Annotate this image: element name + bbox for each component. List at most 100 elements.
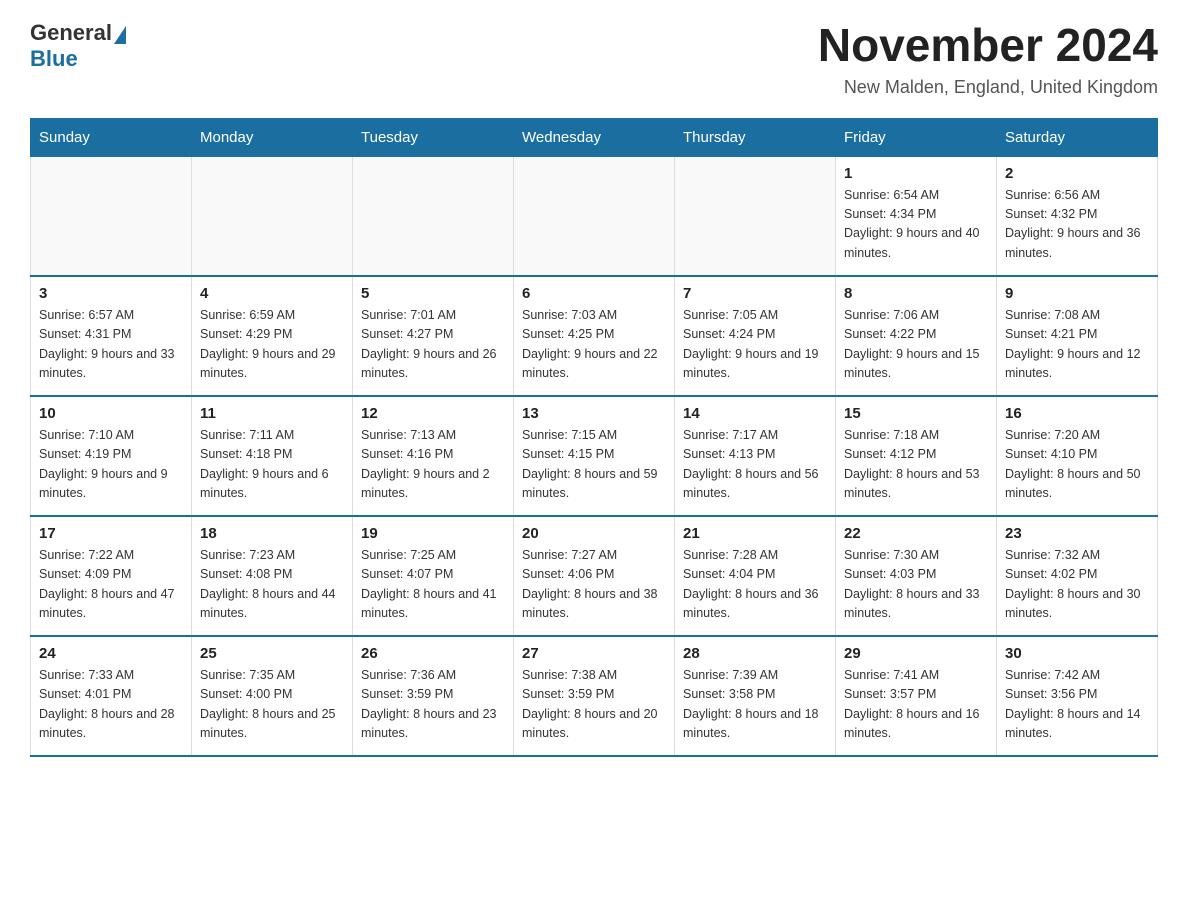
day-number: 14 — [683, 405, 827, 422]
day-number: 28 — [683, 645, 827, 662]
day-number: 16 — [1005, 405, 1149, 422]
day-number: 22 — [844, 525, 988, 542]
logo-blue-text: Blue — [30, 46, 78, 72]
day-info: Sunrise: 7:39 AMSunset: 3:58 PMDaylight:… — [683, 666, 827, 744]
calendar-cell — [675, 156, 836, 276]
week-row-1: 1 Sunrise: 6:54 AMSunset: 4:34 PMDaylight… — [31, 156, 1158, 276]
day-info: Sunrise: 7:08 AMSunset: 4:21 PMDaylight:… — [1005, 306, 1149, 384]
calendar-cell: 25Sunrise: 7:35 AMSunset: 4:00 PMDayligh… — [192, 636, 353, 756]
calendar-cell: 30 Sunrise: 7:42 AMSunset: 3:56 PMDayligh… — [997, 636, 1158, 756]
day-info: Sunrise: 6:59 AMSunset: 4:29 PMDaylight:… — [200, 306, 344, 384]
logo: General Blue — [30, 20, 126, 73]
day-number: 15 — [844, 405, 988, 422]
week-row-2: 3Sunrise: 6:57 AMSunset: 4:31 PMDaylight… — [31, 276, 1158, 396]
day-number: 11 — [200, 405, 344, 422]
week-row-5: 24 Sunrise: 7:33 AMSunset: 4:01 PMDayligh… — [31, 636, 1158, 756]
calendar-cell: 22 Sunrise: 7:30 AMSunset: 4:03 PMDayligh… — [836, 516, 997, 636]
calendar-cell: 3Sunrise: 6:57 AMSunset: 4:31 PMDaylight… — [31, 276, 192, 396]
calendar-cell: 14 Sunrise: 7:17 AMSunset: 4:13 PMDayligh… — [675, 396, 836, 516]
calendar-cell: 13 Sunrise: 7:15 AMSunset: 4:15 PMDayligh… — [514, 396, 675, 516]
day-info: Sunrise: 7:17 AMSunset: 4:13 PMDaylight:… — [683, 426, 827, 504]
calendar-cell: 1 Sunrise: 6:54 AMSunset: 4:34 PMDaylight… — [836, 156, 997, 276]
day-number: 18 — [200, 525, 344, 542]
day-info: Sunrise: 7:30 AMSunset: 4:03 PMDaylight:… — [844, 546, 988, 624]
calendar-cell: 27 Sunrise: 7:38 AMSunset: 3:59 PMDayligh… — [514, 636, 675, 756]
calendar-cell: 21Sunrise: 7:28 AMSunset: 4:04 PMDayligh… — [675, 516, 836, 636]
header-wednesday: Wednesday — [514, 118, 675, 156]
calendar-cell: 19Sunrise: 7:25 AMSunset: 4:07 PMDayligh… — [353, 516, 514, 636]
day-number: 24 — [39, 645, 183, 662]
calendar-table: SundayMondayTuesdayWednesdayThursdayFrid… — [30, 118, 1158, 758]
day-number: 29 — [844, 645, 988, 662]
header-saturday: Saturday — [997, 118, 1158, 156]
calendar-cell — [31, 156, 192, 276]
calendar-cell: 4Sunrise: 6:59 AMSunset: 4:29 PMDaylight… — [192, 276, 353, 396]
calendar-cell: 16 Sunrise: 7:20 AMSunset: 4:10 PMDayligh… — [997, 396, 1158, 516]
page-header: General Blue November 2024 New Malden, E… — [30, 20, 1158, 98]
day-number: 17 — [39, 525, 183, 542]
day-info: Sunrise: 7:20 AMSunset: 4:10 PMDaylight:… — [1005, 426, 1149, 504]
day-info: Sunrise: 7:42 AMSunset: 3:56 PMDaylight:… — [1005, 666, 1149, 744]
day-number: 1 — [844, 165, 988, 182]
day-info: Sunrise: 6:54 AMSunset: 4:34 PMDaylight:… — [844, 186, 988, 264]
calendar-cell: 24 Sunrise: 7:33 AMSunset: 4:01 PMDayligh… — [31, 636, 192, 756]
day-info: Sunrise: 7:41 AMSunset: 3:57 PMDaylight:… — [844, 666, 988, 744]
day-number: 20 — [522, 525, 666, 542]
week-row-3: 10Sunrise: 7:10 AMSunset: 4:19 PMDayligh… — [31, 396, 1158, 516]
header-thursday: Thursday — [675, 118, 836, 156]
calendar-cell: 18 Sunrise: 7:23 AMSunset: 4:08 PMDayligh… — [192, 516, 353, 636]
day-number: 26 — [361, 645, 505, 662]
calendar-cell: 23 Sunrise: 7:32 AMSunset: 4:02 PMDayligh… — [997, 516, 1158, 636]
calendar-cell: 15Sunrise: 7:18 AMSunset: 4:12 PMDayligh… — [836, 396, 997, 516]
calendar-cell: 2Sunrise: 6:56 AMSunset: 4:32 PMDaylight… — [997, 156, 1158, 276]
day-number: 19 — [361, 525, 505, 542]
calendar-cell: 12Sunrise: 7:13 AMSunset: 4:16 PMDayligh… — [353, 396, 514, 516]
calendar-cell — [192, 156, 353, 276]
day-info: Sunrise: 7:11 AMSunset: 4:18 PMDaylight:… — [200, 426, 344, 504]
calendar-cell: 29 Sunrise: 7:41 AMSunset: 3:57 PMDayligh… — [836, 636, 997, 756]
day-info: Sunrise: 7:28 AMSunset: 4:04 PMDaylight:… — [683, 546, 827, 624]
day-info: Sunrise: 7:38 AMSunset: 3:59 PMDaylight:… — [522, 666, 666, 744]
day-info: Sunrise: 7:22 AMSunset: 4:09 PMDaylight:… — [39, 546, 183, 624]
header-sunday: Sunday — [31, 118, 192, 156]
subtitle: New Malden, England, United Kingdom — [818, 77, 1158, 98]
calendar-header-row: SundayMondayTuesdayWednesdayThursdayFrid… — [31, 118, 1158, 156]
calendar-cell: 6 Sunrise: 7:03 AMSunset: 4:25 PMDaylight… — [514, 276, 675, 396]
main-title: November 2024 — [818, 20, 1158, 71]
calendar-cell: 9 Sunrise: 7:08 AMSunset: 4:21 PMDaylight… — [997, 276, 1158, 396]
logo-triangle-icon — [114, 26, 126, 44]
calendar-cell: 11 Sunrise: 7:11 AMSunset: 4:18 PMDayligh… — [192, 396, 353, 516]
calendar-cell: 20Sunrise: 7:27 AMSunset: 4:06 PMDayligh… — [514, 516, 675, 636]
day-info: Sunrise: 7:15 AMSunset: 4:15 PMDaylight:… — [522, 426, 666, 504]
calendar-cell: 7Sunrise: 7:05 AMSunset: 4:24 PMDaylight… — [675, 276, 836, 396]
calendar-cell: 28 Sunrise: 7:39 AMSunset: 3:58 PMDayligh… — [675, 636, 836, 756]
day-number: 30 — [1005, 645, 1149, 662]
calendar-cell: 10Sunrise: 7:10 AMSunset: 4:19 PMDayligh… — [31, 396, 192, 516]
day-info: Sunrise: 7:10 AMSunset: 4:19 PMDaylight:… — [39, 426, 183, 504]
calendar-cell — [514, 156, 675, 276]
day-number: 27 — [522, 645, 666, 662]
day-number: 12 — [361, 405, 505, 422]
day-number: 6 — [522, 285, 666, 302]
day-info: Sunrise: 7:01 AMSunset: 4:27 PMDaylight:… — [361, 306, 505, 384]
day-number: 13 — [522, 405, 666, 422]
day-info: Sunrise: 7:03 AMSunset: 4:25 PMDaylight:… — [522, 306, 666, 384]
day-number: 9 — [1005, 285, 1149, 302]
day-info: Sunrise: 6:56 AMSunset: 4:32 PMDaylight:… — [1005, 186, 1149, 264]
day-number: 8 — [844, 285, 988, 302]
day-number: 23 — [1005, 525, 1149, 542]
day-info: Sunrise: 7:32 AMSunset: 4:02 PMDaylight:… — [1005, 546, 1149, 624]
day-info: Sunrise: 7:33 AMSunset: 4:01 PMDaylight:… — [39, 666, 183, 744]
title-section: November 2024 New Malden, England, Unite… — [818, 20, 1158, 98]
logo-general-text: General — [30, 20, 112, 46]
day-number: 5 — [361, 285, 505, 302]
calendar-cell: 17 Sunrise: 7:22 AMSunset: 4:09 PMDayligh… — [31, 516, 192, 636]
day-info: Sunrise: 7:05 AMSunset: 4:24 PMDaylight:… — [683, 306, 827, 384]
day-info: Sunrise: 7:23 AMSunset: 4:08 PMDaylight:… — [200, 546, 344, 624]
calendar-cell: 26Sunrise: 7:36 AMSunset: 3:59 PMDayligh… — [353, 636, 514, 756]
header-monday: Monday — [192, 118, 353, 156]
header-tuesday: Tuesday — [353, 118, 514, 156]
day-number: 3 — [39, 285, 183, 302]
week-row-4: 17 Sunrise: 7:22 AMSunset: 4:09 PMDayligh… — [31, 516, 1158, 636]
calendar-cell — [353, 156, 514, 276]
